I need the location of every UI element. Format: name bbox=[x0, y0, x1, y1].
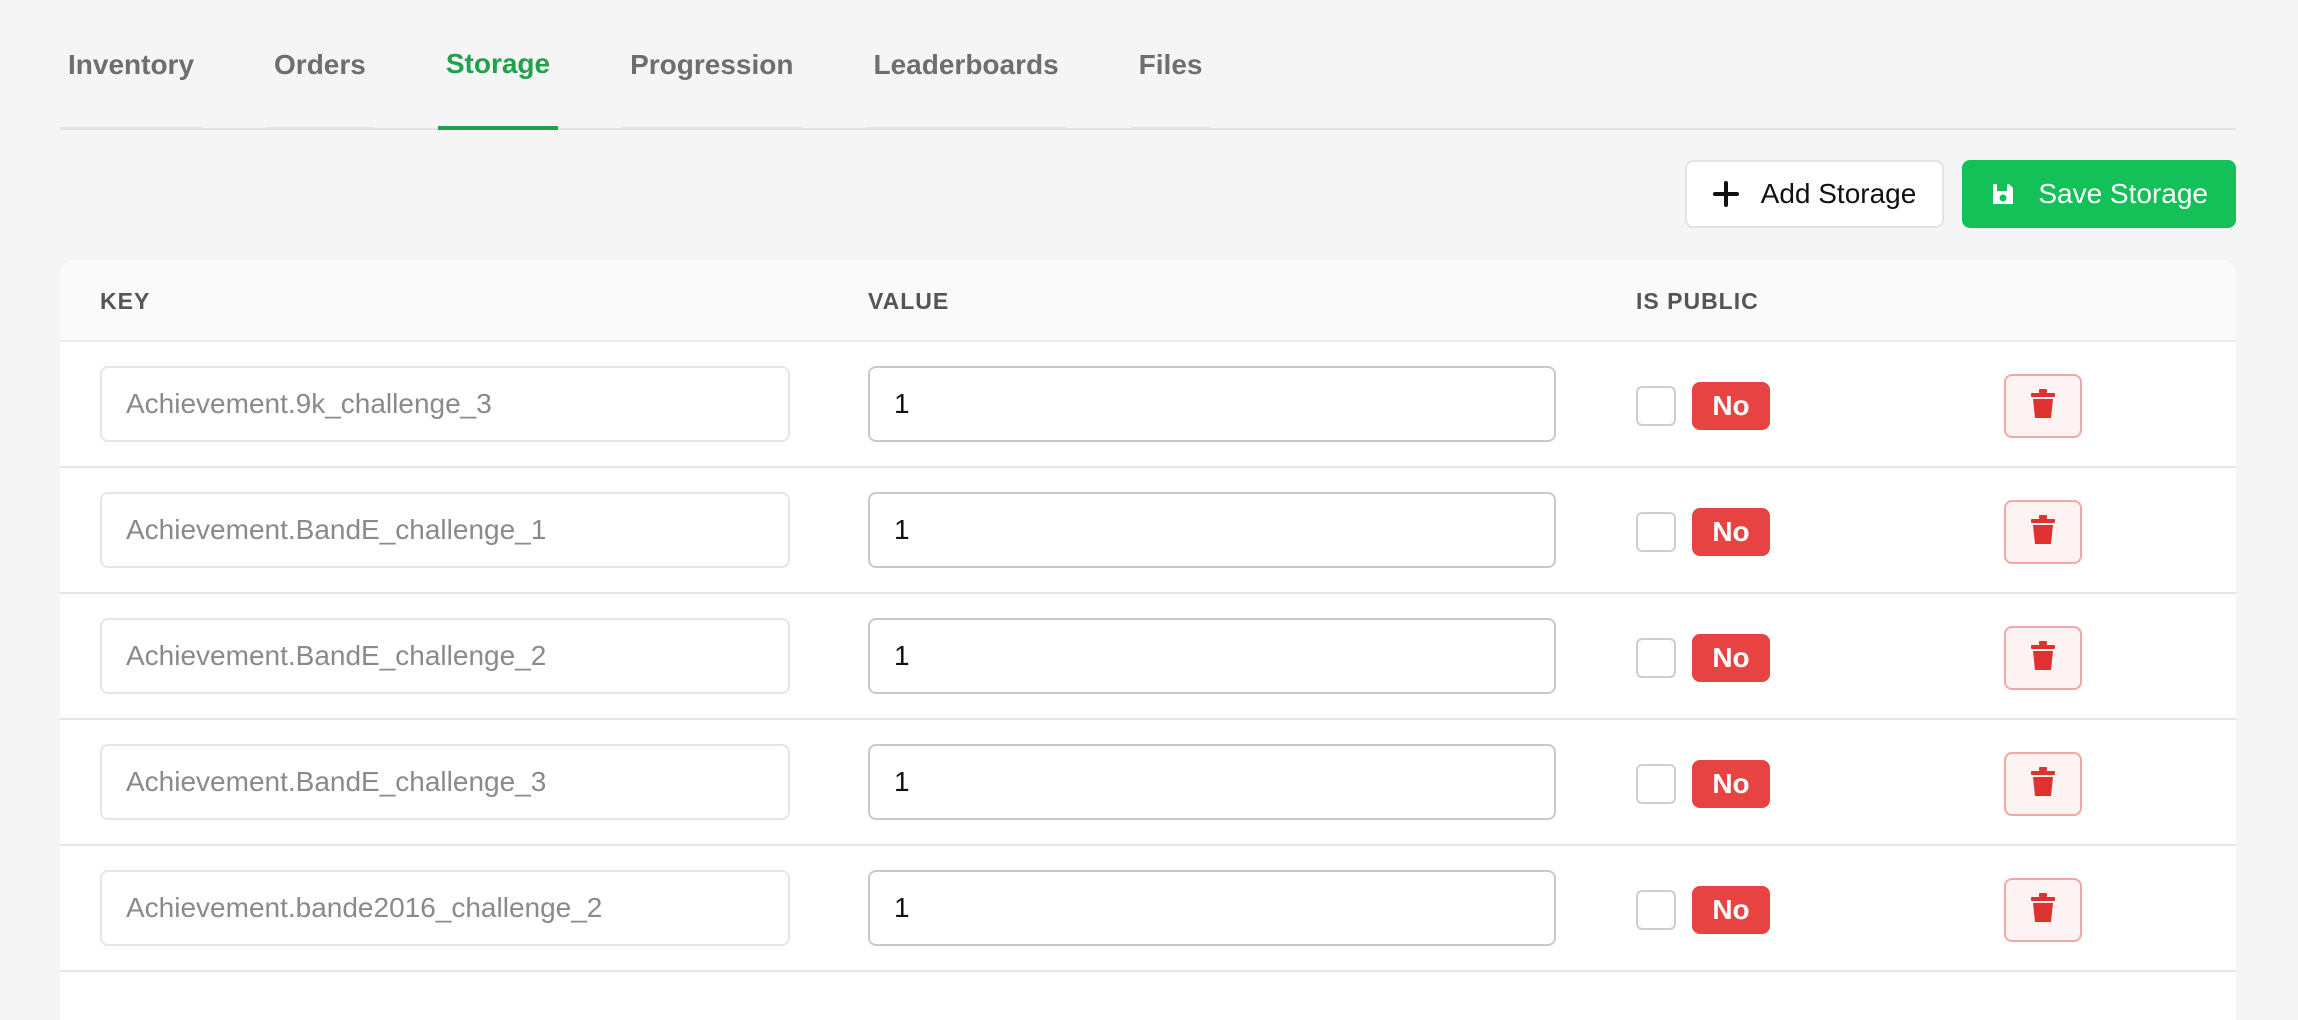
tab-bar: Inventory Orders Storage Progression Lea… bbox=[60, 0, 2236, 130]
floppy-disk-icon bbox=[1990, 181, 2016, 207]
delete-row-button[interactable] bbox=[2004, 752, 2082, 816]
tab-leaderboards[interactable]: Leaderboards bbox=[865, 2, 1067, 130]
value-field[interactable] bbox=[868, 870, 1556, 946]
public-status-badge: No bbox=[1692, 760, 1770, 808]
tab-progression[interactable]: Progression bbox=[622, 2, 802, 130]
table-row: No bbox=[60, 468, 2236, 594]
is-public-checkbox[interactable] bbox=[1636, 512, 1676, 552]
key-field[interactable] bbox=[100, 870, 790, 946]
storage-toolbar: Add Storage Save Storage bbox=[1684, 160, 2236, 228]
value-field[interactable] bbox=[868, 366, 1556, 442]
is-public-checkbox[interactable] bbox=[1636, 386, 1676, 426]
key-field[interactable] bbox=[100, 492, 790, 568]
table-row: No bbox=[60, 594, 2236, 720]
public-status-badge: No bbox=[1692, 886, 1770, 934]
value-field[interactable] bbox=[868, 492, 1556, 568]
is-public-checkbox[interactable] bbox=[1636, 764, 1676, 804]
is-public-checkbox[interactable] bbox=[1636, 638, 1676, 678]
tab-storage[interactable]: Storage bbox=[437, 2, 559, 130]
delete-row-button[interactable] bbox=[2004, 374, 2082, 438]
public-status-badge: No bbox=[1692, 508, 1770, 556]
save-storage-label: Save Storage bbox=[2038, 178, 2208, 209]
delete-row-button[interactable] bbox=[2004, 500, 2082, 564]
plus-icon bbox=[1712, 181, 1739, 207]
tab-orders[interactable]: Orders bbox=[266, 2, 374, 130]
table-row: No bbox=[60, 720, 2236, 846]
column-header-key: KEY bbox=[100, 288, 151, 314]
value-field[interactable] bbox=[868, 744, 1556, 820]
tab-files[interactable]: Files bbox=[1130, 2, 1211, 130]
delete-row-button[interactable] bbox=[2004, 626, 2082, 690]
public-status-badge: No bbox=[1692, 382, 1770, 430]
table-header: KEY VALUE IS PUBLIC bbox=[60, 260, 2236, 342]
delete-row-button[interactable] bbox=[2004, 878, 2082, 942]
trash-icon bbox=[2030, 892, 2056, 928]
add-storage-button[interactable]: Add Storage bbox=[1684, 160, 1945, 228]
value-field[interactable] bbox=[868, 618, 1556, 694]
public-status-badge: No bbox=[1692, 634, 1770, 682]
key-field[interactable] bbox=[100, 366, 790, 442]
trash-icon bbox=[2030, 766, 2056, 802]
add-storage-label: Add Storage bbox=[1760, 178, 1917, 209]
is-public-checkbox[interactable] bbox=[1636, 890, 1676, 930]
save-storage-button[interactable]: Save Storage bbox=[1962, 160, 2236, 228]
key-field[interactable] bbox=[100, 744, 790, 820]
column-header-is-public: IS PUBLIC bbox=[1636, 288, 1759, 314]
tab-inventory[interactable]: Inventory bbox=[60, 2, 203, 130]
storage-table: KEY VALUE IS PUBLIC No No No bbox=[60, 260, 2236, 1020]
column-header-value: VALUE bbox=[868, 288, 950, 314]
table-row: No bbox=[60, 846, 2236, 972]
trash-icon bbox=[2030, 388, 2056, 424]
trash-icon bbox=[2030, 640, 2056, 676]
trash-icon bbox=[2030, 514, 2056, 550]
key-field[interactable] bbox=[100, 618, 790, 694]
table-row: No bbox=[60, 342, 2236, 468]
